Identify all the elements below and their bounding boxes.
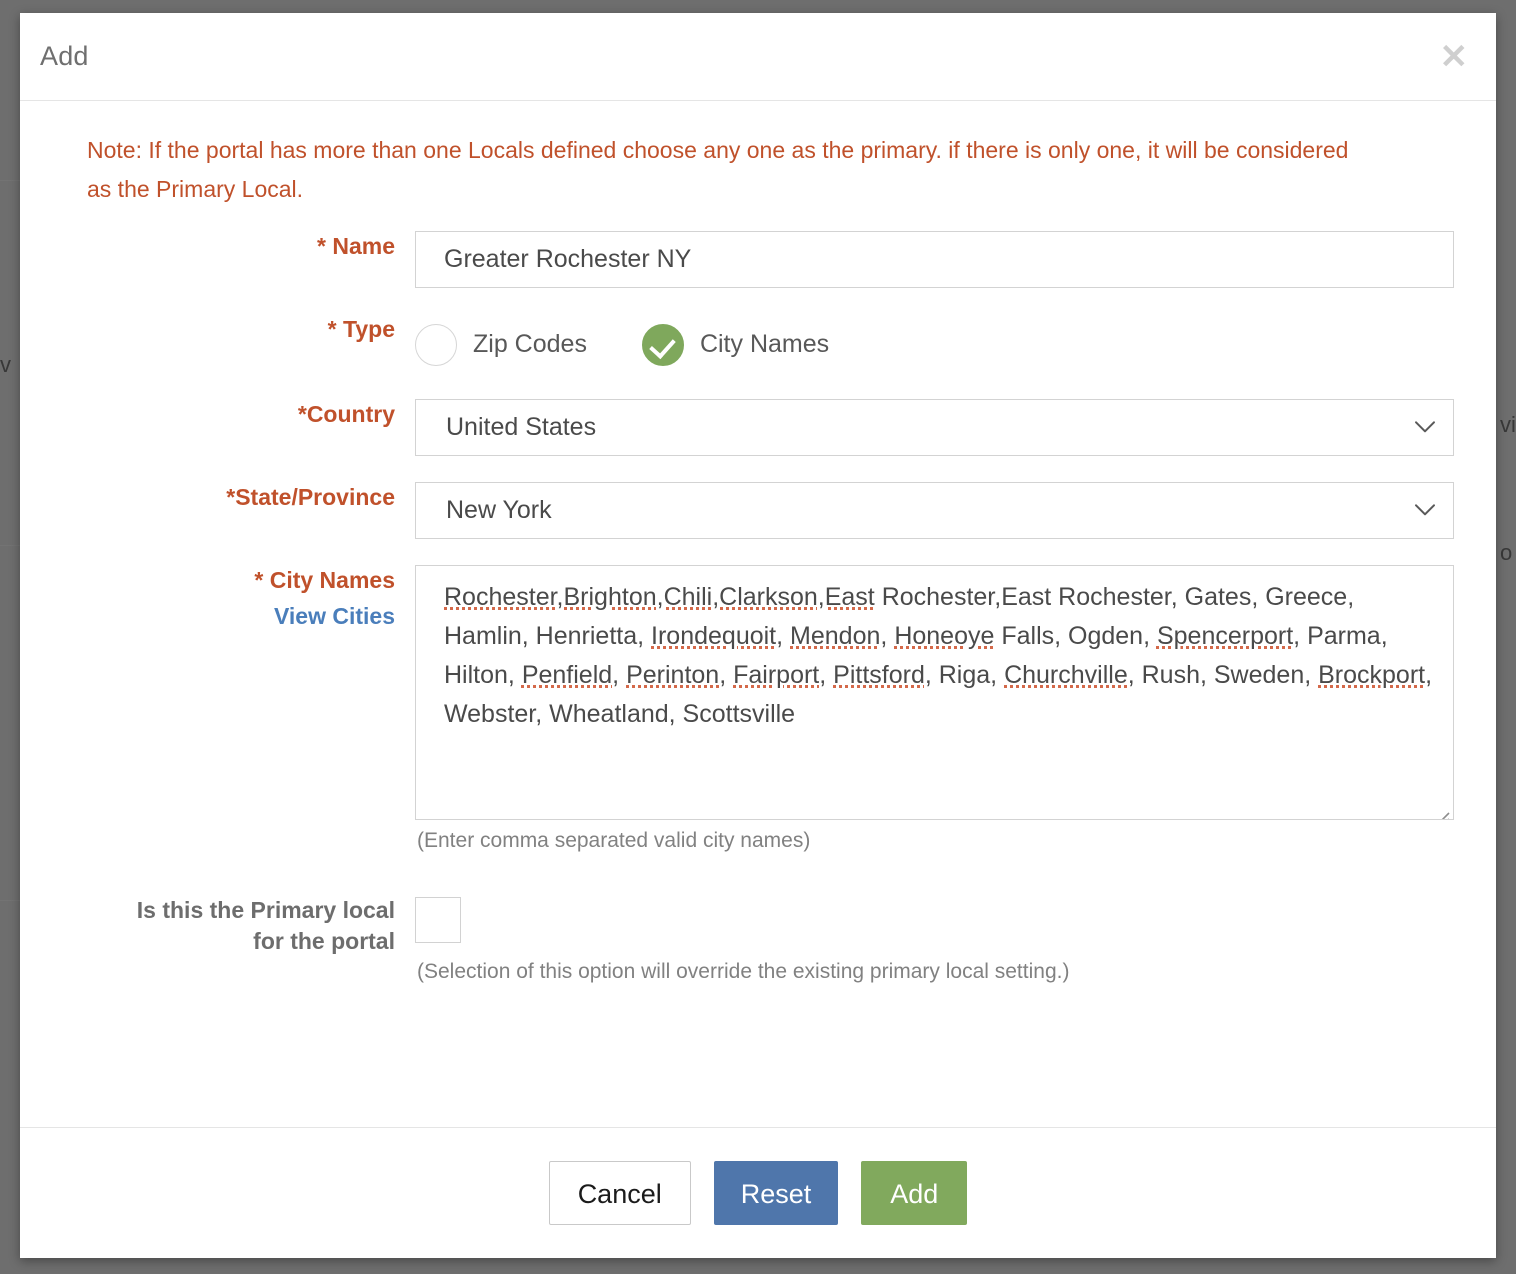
state-select-value: New York bbox=[446, 496, 552, 524]
view-cities-link[interactable]: View Cities bbox=[40, 601, 395, 632]
primary-local-label-line1: Is this the Primary local bbox=[136, 897, 395, 923]
city-names-textarea[interactable]: Rochester,Brighton,Chili,Clarkson,East R… bbox=[415, 565, 1454, 820]
city-names-textarea-value: Rochester,Brighton,Chili,Clarkson,East R… bbox=[444, 583, 1433, 728]
country-select[interactable]: United States bbox=[415, 399, 1454, 456]
radio-check-icon bbox=[641, 323, 684, 366]
note-text: Note: If the portal has more than one Lo… bbox=[87, 137, 1349, 202]
type-field-wrap: Zip Codes City Names bbox=[415, 314, 1476, 373]
form-row-country: *Country United States bbox=[40, 399, 1476, 456]
country-field-wrap: United States bbox=[415, 399, 1476, 456]
form-row-primary-local: Is this the Primary local for the portal… bbox=[40, 895, 1476, 984]
add-local-modal: Add ✕ Note: If the portal has more than … bbox=[20, 13, 1496, 1258]
city-names-label-text: * City Names bbox=[254, 567, 395, 593]
city-names-label: * City Names View Cities bbox=[40, 565, 415, 632]
form-row-name: * Name bbox=[40, 231, 1476, 288]
radio-city-names[interactable]: City Names bbox=[641, 323, 830, 366]
city-names-hint: (Enter comma separated valid city names) bbox=[417, 829, 811, 852]
type-label: * Type bbox=[327, 316, 395, 342]
city-names-field-wrap: Rochester,Brighton,Chili,Clarkson,East R… bbox=[415, 565, 1476, 853]
radio-city-names-label: City Names bbox=[699, 330, 830, 358]
form-row-type: * Type Zip Codes City Names bbox=[40, 314, 1476, 373]
name-field-wrap bbox=[415, 231, 1476, 288]
modal-footer: Cancel Reset Add bbox=[20, 1127, 1496, 1258]
cancel-button[interactable]: Cancel bbox=[548, 1161, 691, 1225]
state-label: *State/Province bbox=[226, 484, 395, 510]
radio-zip-codes[interactable]: Zip Codes bbox=[415, 323, 587, 366]
close-icon[interactable]: ✕ bbox=[1440, 40, 1469, 74]
primary-local-label-line2: for the portal bbox=[253, 928, 395, 955]
state-field-wrap: New York bbox=[415, 482, 1476, 539]
form-row-state: *State/Province New York bbox=[40, 482, 1476, 539]
state-select[interactable]: New York bbox=[415, 482, 1454, 539]
type-radio-group: Zip Codes City Names bbox=[415, 314, 1454, 373]
primary-local-field-wrap: (Selection of this option will override … bbox=[415, 895, 1476, 984]
resize-grip-icon[interactable] bbox=[1432, 798, 1450, 819]
primary-local-label: Is this the Primary local for the portal bbox=[40, 895, 415, 957]
modal-header: Add ✕ bbox=[20, 13, 1496, 101]
name-label: * Name bbox=[317, 233, 395, 259]
form-row-city-names: * City Names View Cities Rochester,Brigh… bbox=[40, 565, 1476, 853]
add-button[interactable]: Add bbox=[861, 1161, 968, 1225]
modal-body: Note: If the portal has more than one Lo… bbox=[20, 101, 1496, 1127]
primary-local-checkbox[interactable] bbox=[415, 897, 461, 943]
radio-zip-codes-label: Zip Codes bbox=[473, 330, 587, 358]
radio-circle-unchecked-icon bbox=[415, 323, 457, 366]
country-select-value: United States bbox=[446, 413, 597, 441]
country-label: *Country bbox=[297, 401, 395, 427]
page-title: Add bbox=[40, 41, 89, 71]
reset-button[interactable]: Reset bbox=[713, 1161, 839, 1225]
name-input[interactable] bbox=[415, 231, 1454, 288]
primary-local-hint: (Selection of this option will override … bbox=[417, 960, 1070, 983]
